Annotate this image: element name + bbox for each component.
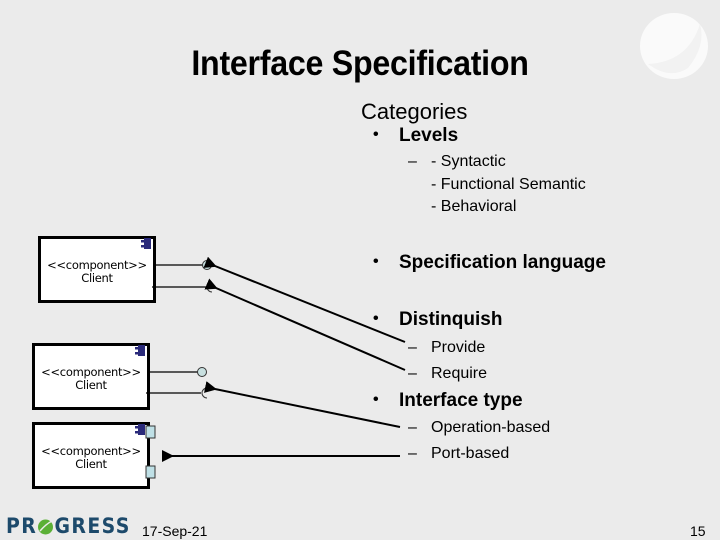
component-icon (135, 424, 145, 435)
logo-letter: O (37, 514, 54, 538)
logo-letter: G (54, 514, 72, 538)
port-icon[interactable] (145, 425, 156, 439)
provided-interface-lollipop[interactable] (150, 367, 207, 377)
logo-letter: R (71, 514, 88, 538)
logo-letter: E (87, 514, 102, 538)
logo-letter: R (21, 514, 38, 538)
required-interface-socket[interactable] (146, 387, 208, 399)
port-icon[interactable] (145, 465, 156, 479)
arrow-provide (203, 256, 406, 343)
component-icon (141, 238, 151, 249)
arrow-operation-based (203, 381, 401, 428)
required-interface-socket[interactable] (152, 281, 213, 293)
component-icon (135, 345, 145, 356)
logo-letter: S (101, 514, 116, 538)
diagram-canvas (38, 238, 406, 535)
page-number: 15 (690, 523, 706, 539)
logo-letter: S (115, 514, 131, 538)
logo-text: PROGRESS (6, 514, 131, 538)
logo-letter: P (6, 514, 22, 538)
progress-logo: PROGRESS (6, 514, 131, 538)
provided-interface-lollipop[interactable] (156, 260, 212, 270)
arrow-require (204, 278, 406, 371)
footer-date: 17-Sep-21 (142, 523, 208, 539)
